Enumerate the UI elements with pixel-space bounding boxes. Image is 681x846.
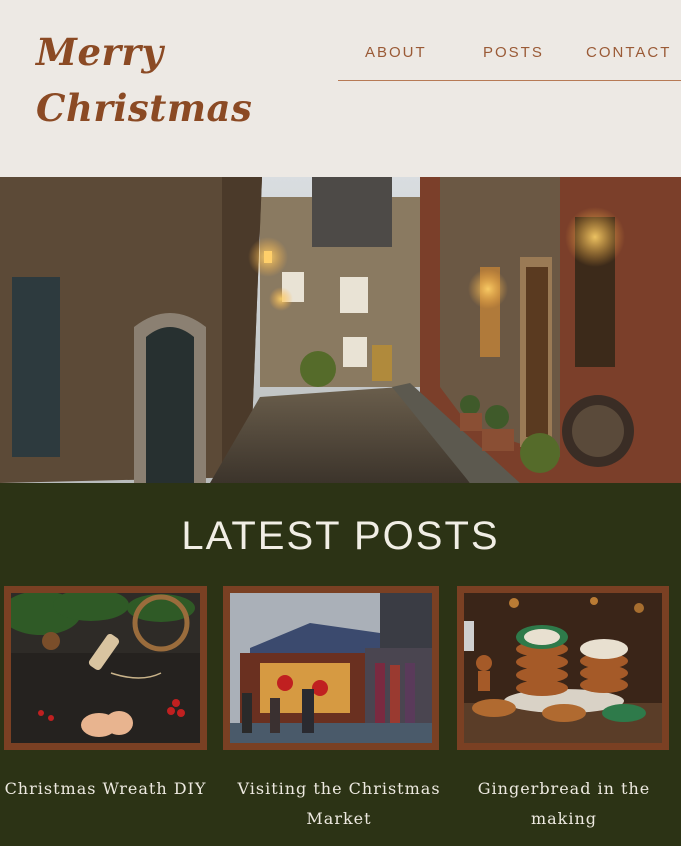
post-thumbnail-gingerbread[interactable] (457, 586, 669, 750)
logo-line-2: Christmas (36, 86, 253, 130)
post-thumbnail-wreath[interactable] (4, 586, 207, 750)
post-title-link[interactable]: Gingerbread in the making (458, 774, 670, 834)
post-title-link[interactable]: Christmas Wreath DIY (0, 774, 211, 804)
post-title-link[interactable]: Visiting the Christmas Market (228, 774, 450, 834)
main-nav: ABOUT POSTS CONTACT (338, 38, 681, 81)
site-logo[interactable]: Merry Christmas (36, 24, 256, 136)
nav-link-about[interactable]: ABOUT (365, 44, 427, 61)
nav-link-posts[interactable]: POSTS (483, 44, 544, 61)
site-header: Merry Christmas ABOUT POSTS CONTACT (0, 0, 681, 177)
logo-line-1: Merry (36, 30, 164, 74)
section-heading-latest-posts: LATEST POSTS (181, 514, 500, 558)
hero-image-alley (0, 177, 681, 483)
nav-link-contact[interactable]: CONTACT (586, 44, 671, 61)
post-thumbnail-christmas-market[interactable] (223, 586, 439, 750)
